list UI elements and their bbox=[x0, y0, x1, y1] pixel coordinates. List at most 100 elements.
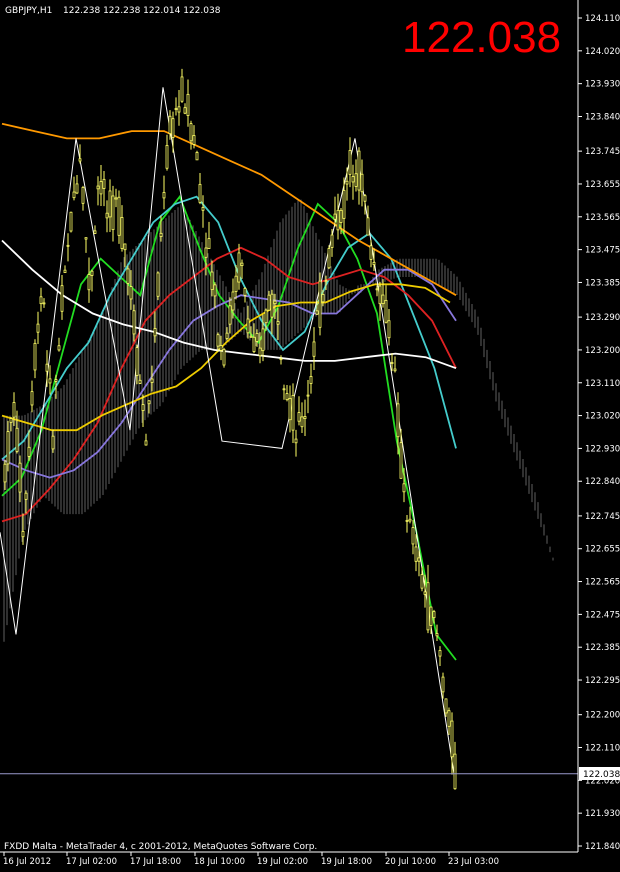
price-bar-body bbox=[453, 753, 457, 790]
price-bar-body bbox=[384, 299, 388, 323]
price-bar-body bbox=[402, 483, 406, 493]
y-tick-label: 123.475 bbox=[585, 246, 620, 256]
price-bar-body bbox=[66, 244, 70, 247]
price-bar-body bbox=[147, 400, 151, 405]
price-bar-body bbox=[435, 633, 439, 637]
x-tick-label: 19 Jul 02:00 bbox=[257, 857, 308, 867]
y-tick-label: 122.110 bbox=[585, 744, 620, 754]
price-bar-body bbox=[336, 209, 340, 231]
price-bar-body bbox=[285, 393, 289, 401]
price-bar-body bbox=[54, 379, 58, 382]
price-bar-body bbox=[198, 183, 202, 203]
price-bar-body bbox=[240, 262, 244, 266]
price-bar-body bbox=[321, 294, 325, 303]
price-bar-body bbox=[264, 309, 268, 324]
ohlc-label: 122.238 122.238 122.014 122.038 bbox=[63, 6, 221, 16]
price-bar-body bbox=[243, 287, 247, 296]
price-bar-body bbox=[249, 335, 253, 338]
price-bar-body bbox=[219, 345, 223, 351]
price-bar-body bbox=[339, 209, 343, 223]
price-bar-body bbox=[69, 211, 73, 232]
y-tick-label: 123.745 bbox=[585, 147, 620, 157]
price-bar-body bbox=[423, 591, 427, 595]
y-tick-label: 122.840 bbox=[585, 477, 620, 487]
price-bar-body bbox=[177, 106, 181, 113]
price-bar-body bbox=[129, 286, 133, 300]
price-bar-body bbox=[210, 271, 214, 290]
x-tick-label: 17 Jul 18:00 bbox=[130, 857, 181, 867]
y-tick-label: 123.200 bbox=[585, 346, 620, 356]
y-tick-label: 123.930 bbox=[585, 80, 620, 90]
price-bar-body bbox=[366, 217, 370, 236]
price-bar-body bbox=[78, 158, 82, 162]
price-bar-body bbox=[189, 123, 193, 142]
price-bar-body bbox=[363, 195, 367, 202]
price-bar-body bbox=[30, 391, 34, 406]
price-bar-body bbox=[15, 427, 19, 452]
price-bar-body bbox=[330, 234, 334, 248]
price-bar-body bbox=[345, 180, 349, 185]
price-bar-body bbox=[390, 362, 394, 364]
price-bar-body bbox=[405, 519, 409, 522]
price-bar-body bbox=[216, 334, 220, 347]
price-bar-body bbox=[342, 190, 346, 219]
price-bar-body bbox=[165, 145, 169, 169]
y-tick-label: 122.295 bbox=[585, 676, 620, 686]
price-bar-body bbox=[36, 323, 40, 333]
price-bar-body bbox=[21, 531, 25, 538]
price-bar-body bbox=[183, 107, 187, 114]
price-bar-body bbox=[237, 252, 241, 283]
price-bar-body bbox=[174, 108, 178, 110]
price-bar-body bbox=[414, 546, 418, 562]
y-tick-label: 123.840 bbox=[585, 112, 620, 122]
price-bar-body bbox=[297, 412, 301, 422]
y-tick-label: 122.930 bbox=[585, 444, 620, 454]
price-bar-body bbox=[411, 527, 415, 545]
y-tick-label: 124.110 bbox=[585, 14, 620, 24]
price-bar-body bbox=[348, 150, 352, 175]
price-bar-body bbox=[6, 431, 10, 465]
price-bar-body bbox=[180, 76, 184, 102]
big-price: 122.038 bbox=[402, 13, 561, 62]
price-bar-body bbox=[213, 284, 217, 297]
price-bar-body bbox=[444, 698, 448, 714]
price-bar-body bbox=[186, 93, 190, 116]
price-bar-body bbox=[441, 676, 445, 693]
price-bar-body bbox=[387, 320, 391, 339]
x-tick-label: 23 Jul 03:00 bbox=[448, 857, 499, 867]
price-bar-body bbox=[84, 237, 88, 240]
price-bar-body bbox=[378, 285, 382, 305]
price-bar-body bbox=[153, 328, 157, 337]
price-bar-body bbox=[270, 293, 274, 318]
price-bar-body bbox=[327, 248, 331, 269]
price-bar-body bbox=[168, 115, 172, 135]
price-bar-body bbox=[246, 318, 250, 334]
price-bar-body bbox=[312, 341, 316, 357]
price-bar-body bbox=[51, 435, 55, 450]
price-bar-body bbox=[201, 207, 205, 211]
price-bar-body bbox=[207, 238, 211, 249]
price-chart[interactable]: 124.110 124.020 123.930 123.840 123.745 123.6… bbox=[0, 0, 620, 872]
y-tick-label: 122.200 bbox=[585, 711, 620, 721]
y-tick-label: 122.565 bbox=[585, 578, 620, 588]
price-bar-body bbox=[102, 178, 106, 189]
y-tick-label: 123.290 bbox=[585, 313, 620, 323]
price-bar-body bbox=[324, 280, 328, 283]
x-tick-label: 20 Jul 10:00 bbox=[385, 857, 436, 867]
price-bar-body bbox=[222, 348, 226, 366]
price-bar-body bbox=[303, 416, 307, 420]
price-bar-body bbox=[90, 270, 94, 276]
price-bar-body bbox=[351, 176, 355, 183]
price-bar-body bbox=[279, 358, 283, 361]
price-bar-body bbox=[258, 347, 262, 357]
price-bar-body bbox=[39, 296, 43, 305]
price-bar-body bbox=[261, 328, 265, 352]
price-bar-body bbox=[3, 463, 7, 483]
price-bar-body bbox=[33, 342, 37, 371]
price-bar-body bbox=[42, 302, 46, 305]
price-bar-body bbox=[276, 321, 280, 325]
price-bar-body bbox=[393, 368, 397, 372]
price-bar-body bbox=[24, 492, 28, 500]
price-bar-body bbox=[81, 187, 85, 204]
price-bar-body bbox=[306, 394, 310, 397]
